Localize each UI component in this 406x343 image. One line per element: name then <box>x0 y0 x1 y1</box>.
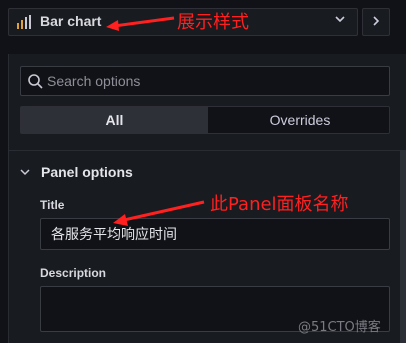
search-icon <box>28 74 43 89</box>
annotation-viz-note: 展示样式 <box>177 12 249 33</box>
chevron-down-icon[interactable] <box>334 13 346 25</box>
tab-overrides[interactable]: Overrides <box>212 107 388 133</box>
annotation-arrow <box>106 16 175 31</box>
section-divider <box>8 150 400 151</box>
description-label: Description <box>40 266 107 280</box>
annotation-arrow <box>113 200 205 226</box>
watermark: @51CTO博客 <box>298 320 381 335</box>
search-placeholder: Search options <box>47 73 141 89</box>
visualization-name: Bar chart <box>40 13 102 29</box>
title-label: Title <box>40 198 65 212</box>
bar-chart-icon <box>17 15 31 29</box>
scrollbar[interactable] <box>400 150 406 343</box>
annotation-title-note: 此Panel面板名称 <box>210 194 349 215</box>
chevron-right-icon <box>373 16 380 26</box>
section-title-panel-options[interactable]: Panel options <box>41 164 133 180</box>
tab-all[interactable]: All <box>21 107 208 133</box>
chevron-down-icon[interactable] <box>20 167 30 177</box>
title-input[interactable]: 各服务平均响应时间 <box>40 218 390 250</box>
